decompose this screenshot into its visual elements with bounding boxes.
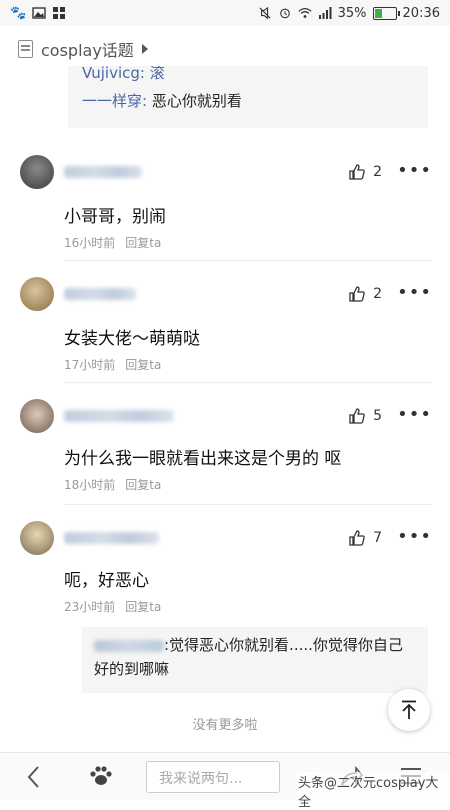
like-count: 2 xyxy=(373,286,382,302)
comment-input[interactable]: 我来说两句... xyxy=(146,761,280,793)
like-button[interactable]: 5 xyxy=(349,408,382,424)
grid-icon xyxy=(53,7,66,19)
username-blurred[interactable] xyxy=(64,166,142,178)
comment-text: 为什么我一眼就看出来这是个男的 呕 xyxy=(64,449,342,469)
more-icon[interactable]: ••• xyxy=(397,526,432,547)
thumbs-up-icon xyxy=(349,164,365,180)
reply-username-blurred[interactable] xyxy=(94,639,164,652)
status-left: 🐾 xyxy=(0,6,76,21)
like-count: 2 xyxy=(373,164,382,180)
battery-icon xyxy=(372,6,400,20)
more-icon[interactable]: ••• xyxy=(397,160,432,181)
username-blurred[interactable] xyxy=(64,288,136,300)
comment-item: 2 ••• 女装大佬～萌萌哒 17小时前 回复ta xyxy=(0,272,450,383)
comment-item: 7 ••• 呃，好恶心 23小时前 回复ta xyxy=(0,516,450,616)
username-blurred[interactable] xyxy=(64,532,159,544)
comment-text: 呃，好恶心 xyxy=(64,571,149,591)
comment-text: 小哥哥，别闹 xyxy=(64,207,166,227)
reply-link[interactable]: 回复ta xyxy=(125,236,161,250)
avatar[interactable] xyxy=(20,399,54,433)
scroll-top-button[interactable] xyxy=(388,689,430,731)
document-icon xyxy=(18,40,33,58)
paw-icon[interactable] xyxy=(88,763,114,789)
signal-icon xyxy=(318,7,332,19)
watermark: 头条@二次元cosplay大全 xyxy=(298,772,450,810)
quoted-user[interactable]: 一一样穿: xyxy=(82,92,147,110)
quoted-replies: Vujivicg: 滚 一一样穿: 恶心你就别看 xyxy=(68,66,428,128)
quoted-user[interactable]: Vujivicg: xyxy=(82,66,145,82)
like-button[interactable]: 7 xyxy=(349,530,382,546)
thumbs-up-icon xyxy=(349,286,365,302)
comment-meta: 16小时前 回复ta xyxy=(64,234,161,251)
comment-meta: 18小时前 回复ta xyxy=(64,476,161,493)
comment-text: 女装大佬～萌萌哒 xyxy=(64,329,200,349)
reply-link[interactable]: 回复ta xyxy=(125,600,161,614)
comment-item: 2 ••• 小哥哥，别闹 16小时前 回复ta xyxy=(0,150,450,261)
caret-right-icon xyxy=(141,44,148,54)
comment-meta: 23小时前 回复ta xyxy=(64,598,161,615)
avatar[interactable] xyxy=(20,277,54,311)
divider xyxy=(64,504,432,505)
no-more-label: 没有更多啦 xyxy=(192,718,258,733)
username-blurred[interactable] xyxy=(64,410,174,422)
paw-icon: 🐾 xyxy=(10,5,27,21)
quoted-reply-1: Vujivicg: 滚 xyxy=(82,66,414,84)
avatar[interactable] xyxy=(20,155,54,189)
thumbs-up-icon xyxy=(349,530,365,546)
comment-meta: 17小时前 回复ta xyxy=(64,356,161,373)
like-count: 7 xyxy=(373,530,382,546)
like-button[interactable]: 2 xyxy=(349,164,382,180)
status-right: 35% 20:36 xyxy=(248,6,450,21)
mute-icon xyxy=(259,7,271,19)
image-icon xyxy=(32,7,46,19)
back-icon[interactable] xyxy=(26,765,42,789)
quoted-reply-2: 一一样穿: 恶心你就别看 xyxy=(82,90,414,111)
comment-time: 23小时前 xyxy=(64,600,116,614)
alarm-icon xyxy=(279,8,290,19)
comment-item: 5 ••• 为什么我一眼就看出来这是个男的 呕 18小时前 回复ta xyxy=(0,394,450,505)
quoted-text: 恶心你就别看 xyxy=(151,92,242,110)
divider xyxy=(64,382,432,383)
comment-time: 17小时前 xyxy=(64,358,116,372)
wifi-icon xyxy=(298,8,312,18)
reply-link[interactable]: 回复ta xyxy=(125,358,161,372)
arrow-up-icon xyxy=(402,700,416,719)
like-count: 5 xyxy=(373,408,382,424)
comment-time: 16小时前 xyxy=(64,236,116,250)
topic-title[interactable]: cosplay话题 xyxy=(41,37,134,61)
status-bar: 🐾 35% 20:36 xyxy=(0,0,450,26)
battery-percent: 35% xyxy=(337,5,367,21)
like-button[interactable]: 2 xyxy=(349,286,382,302)
clock: 20:36 xyxy=(402,5,440,21)
more-icon[interactable]: ••• xyxy=(397,282,432,303)
avatar[interactable] xyxy=(20,521,54,555)
divider xyxy=(64,260,432,261)
thumbs-up-icon xyxy=(349,408,365,424)
reply-quote[interactable]: :觉得恶心你就别看.....你觉得你自己好的到哪嘛 xyxy=(82,627,428,693)
quoted-text: 滚 xyxy=(149,66,165,82)
comment-time: 18小时前 xyxy=(64,478,116,492)
more-icon[interactable]: ••• xyxy=(397,404,432,425)
reply-link[interactable]: 回复ta xyxy=(125,478,161,492)
